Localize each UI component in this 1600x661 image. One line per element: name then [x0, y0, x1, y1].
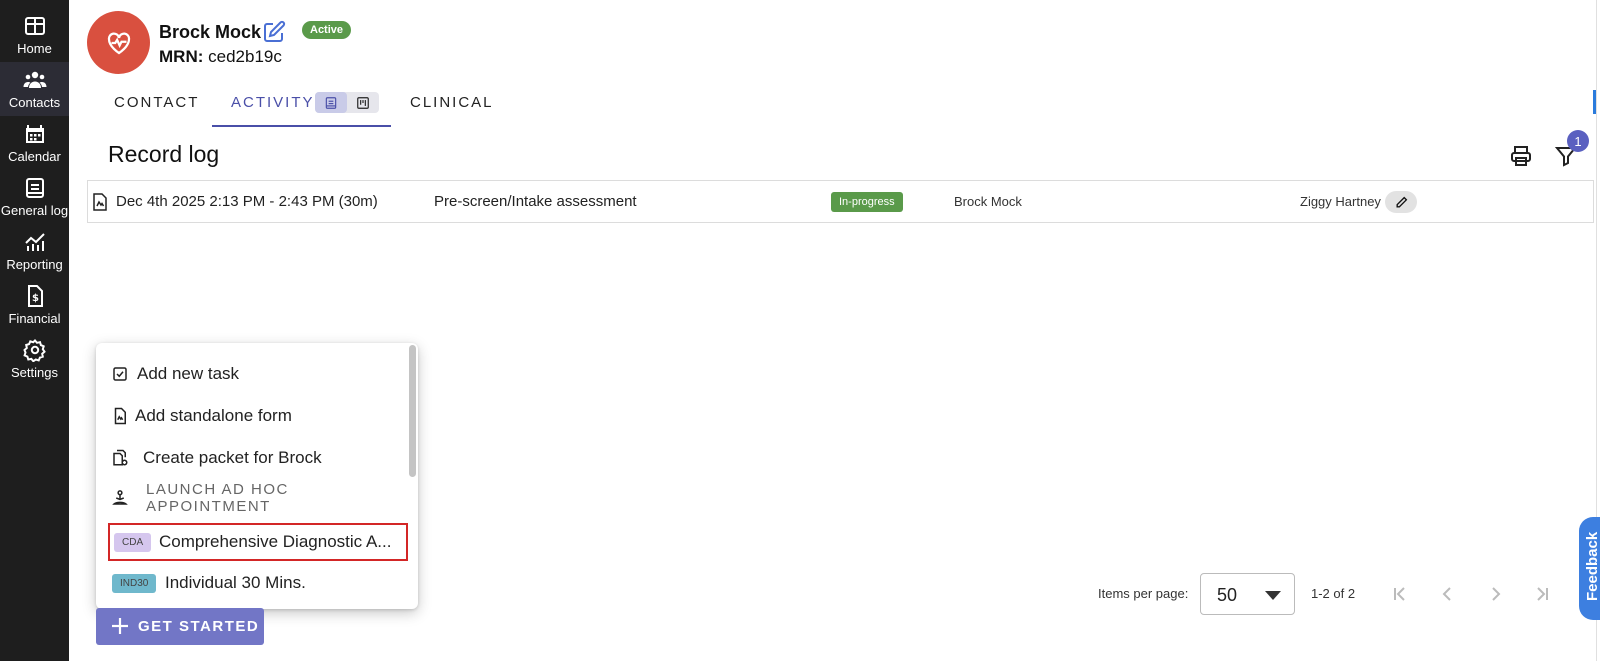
next-page-icon[interactable]: [1486, 584, 1506, 604]
sidebar-item-label: Calendar: [8, 149, 61, 164]
appointment-code: CDA: [114, 532, 152, 552]
feedback-label: Feedback: [1584, 531, 1600, 601]
financial-icon: $: [27, 285, 43, 307]
contacts-icon: [23, 71, 46, 88]
plus-icon: [112, 618, 128, 634]
home-icon: [24, 17, 45, 35]
packet-icon: [113, 449, 128, 466]
menu-item-create-packet[interactable]: Create packet for Brock: [96, 440, 406, 476]
menu-item-label: Add standalone form: [135, 406, 292, 425]
previous-page-icon[interactable]: [1437, 584, 1457, 604]
sidebar-item-settings[interactable]: Settings: [0, 332, 69, 386]
record-provider: Ziggy Hartney: [1300, 194, 1381, 209]
heartbeat-icon: [107, 31, 130, 54]
tab-clinical[interactable]: CLINICAL: [410, 94, 494, 111]
gear-icon: [22, 339, 46, 362]
sidebar-item-label: Settings: [11, 365, 58, 380]
status-badge: Active: [302, 21, 352, 39]
caret-down-icon: [1265, 591, 1281, 600]
pagination-range: 1-2 of 2: [1311, 586, 1356, 601]
menu-scrollbar[interactable]: [409, 345, 416, 477]
feedback-tab[interactable]: Feedback: [1579, 517, 1600, 620]
items-per-page-select[interactable]: 50: [1200, 573, 1295, 615]
list-view-toggle[interactable]: [315, 92, 347, 113]
record-client: Brock Mock: [954, 194, 1022, 209]
patient-name: Brock Mock: [159, 22, 262, 42]
get-started-button[interactable]: GET STARTED: [96, 608, 264, 645]
record-type: Pre-screen/Intake assessment: [434, 193, 637, 210]
sidebar-item-label: Home: [17, 41, 52, 56]
mrn-value: ced2b19c: [208, 47, 282, 66]
view-toggle: [315, 92, 379, 113]
sidebar-item-financial[interactable]: $ Financial: [0, 278, 69, 332]
menu-item-add-form[interactable]: Add standalone form: [96, 398, 406, 434]
items-per-page-value: 50: [1217, 585, 1238, 605]
svg-text:$: $: [32, 293, 39, 304]
filter-count-badge: 1: [1567, 130, 1589, 152]
sidebar-item-label: Contacts: [8, 95, 61, 110]
appointment-code: IND30: [112, 573, 157, 593]
sidebar-item-calendar[interactable]: Calendar: [0, 116, 69, 170]
sidebar-item-label: General log: [0, 203, 69, 218]
checkbox-icon: [113, 367, 127, 381]
edit-provider-button[interactable]: [1385, 191, 1417, 213]
sidebar-item-contacts[interactable]: Contacts: [0, 62, 69, 116]
menu-item-label: Add new task: [137, 364, 240, 383]
document-icon: [93, 193, 107, 211]
first-page-icon[interactable]: [1390, 584, 1410, 604]
avatar: [87, 11, 150, 74]
edit-icon[interactable]: [262, 20, 286, 44]
get-started-label: GET STARTED: [138, 618, 260, 635]
tab-contact[interactable]: CONTACT: [114, 94, 199, 111]
appointment-name: Individual 30 Mins.: [165, 573, 306, 592]
menu-item-label: Create packet for Brock: [143, 448, 322, 467]
reporting-icon: [24, 233, 45, 251]
appointment-name: Comprehensive Diagnostic A...: [159, 532, 392, 551]
mrn-label: MRN:: [159, 47, 204, 66]
sidebar-item-reporting[interactable]: Reporting: [0, 224, 69, 278]
last-page-icon[interactable]: [1532, 584, 1552, 604]
get-started-menu: Add new task Add standalone form Create …: [96, 343, 418, 609]
record-datetime: Dec 4th 2025 2:13 PM - 2:43 PM (30m): [116, 193, 378, 210]
sidebar-item-label: Financial: [8, 311, 61, 326]
list-view-icon: [325, 96, 337, 109]
sidebar-item-general-log[interactable]: General log: [0, 170, 69, 224]
active-tab-indicator: [212, 125, 391, 127]
menu-header-label: LAUNCH AD HOC APPOINTMENT: [146, 481, 289, 515]
sidebar-item-home[interactable]: Home: [0, 8, 69, 62]
general-log-icon: [25, 178, 44, 198]
adhoc-appointment-header: LAUNCH AD HOC APPOINTMENT: [96, 481, 406, 515]
menu-item-add-task[interactable]: Add new task: [96, 356, 406, 392]
record-status: In-progress: [831, 181, 903, 222]
calendar-icon: [25, 125, 44, 143]
table-row[interactable]: Dec 4th 2025 2:13 PM - 2:43 PM (30m) Pre…: [87, 180, 1594, 223]
appointment-item-cda[interactable]: CDA Comprehensive Diagnostic A...: [108, 523, 408, 561]
sidebar: Home Contacts Calendar General log Repor…: [0, 0, 69, 661]
board-view-toggle[interactable]: [347, 92, 379, 113]
section-title: Record log: [108, 141, 220, 167]
appointment-item-ind30[interactable]: IND30 Individual 30 Mins.: [108, 564, 408, 602]
items-per-page-label: Items per page:: [1098, 586, 1189, 601]
board-view-icon: [357, 96, 369, 109]
print-icon[interactable]: [1509, 144, 1533, 168]
pencil-icon: [1395, 196, 1407, 208]
tab-activity[interactable]: ACTIVITY: [231, 94, 315, 111]
sidebar-item-label: Reporting: [6, 257, 63, 272]
form-icon: [114, 407, 126, 425]
mrn: MRN: ced2b19c: [159, 47, 282, 67]
status-badge: In-progress: [831, 191, 903, 212]
meditation-icon: [112, 490, 128, 505]
